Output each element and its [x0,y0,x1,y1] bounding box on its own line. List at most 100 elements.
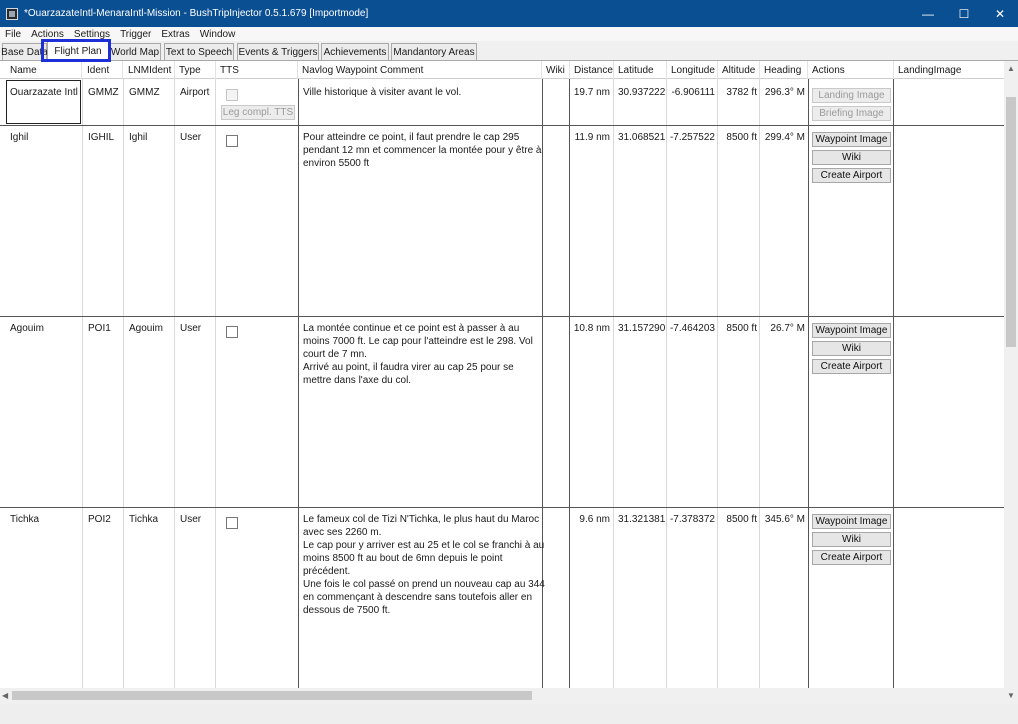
cell-name[interactable]: Ouarzazate Intl [10,86,78,99]
cell-comment-line[interactable]: précédent. [303,565,350,578]
cell-comment-line[interactable]: Pour atteindre ce point, il faut prendre… [303,131,519,144]
cell-comment-line[interactable]: en commençant à descendre sans toutefois… [303,591,532,604]
cell-name[interactable]: Tichka [10,513,39,526]
cell-ident[interactable]: GMMZ [88,86,119,99]
create-airport-button[interactable]: Create Airport [812,550,891,565]
create-airport-button[interactable]: Create Airport [812,359,891,374]
vertical-scroll-thumb[interactable] [1006,97,1016,347]
tab-achievements[interactable]: Achievements [321,43,389,60]
cell-latitude[interactable]: 31.321381 [618,513,665,526]
tab-events-triggers[interactable]: Events & Triggers [237,43,319,60]
cell-comment-line[interactable]: moins 8500 ft au bout de 6mn depuis le p… [303,552,503,565]
briefing-image-button[interactable]: Briefing Image [812,106,891,121]
waypoint-image-button[interactable]: Waypoint Image [812,514,891,529]
minimize-button[interactable]: — [910,0,946,27]
cell-heading[interactable]: 299.4° M [761,131,805,144]
menu-settings[interactable]: Settings [69,29,115,40]
scroll-left-icon[interactable]: ◀ [2,691,8,700]
wiki-button[interactable]: Wiki [812,532,891,547]
cell-heading[interactable]: 296.3° M [761,86,805,99]
vertical-scrollbar[interactable]: ▲ ▼ [1004,61,1018,704]
cell-type[interactable]: Airport [180,86,209,99]
cell-comment-line[interactable]: dessous de 7500 ft. [303,604,390,617]
cell-distance[interactable]: 9.6 nm [572,513,610,526]
col-header-type[interactable]: Type [175,61,216,79]
tts-checkbox[interactable] [226,326,238,338]
menu-trigger[interactable]: Trigger [115,29,156,40]
cell-comment-line[interactable]: Le fameux col de Tizi N'Tichka, le plus … [303,513,539,526]
horizontal-scrollbar[interactable]: ◀ [0,688,1004,704]
cell-comment-line[interactable]: Une fois le col passé on prend un nouvea… [303,578,545,591]
waypoint-image-button[interactable]: Waypoint Image [812,323,891,338]
cell-comment-line[interactable]: Ville historique à visiter avant le vol. [303,86,461,99]
menu-extras[interactable]: Extras [156,29,194,40]
horizontal-scroll-thumb[interactable] [12,691,532,700]
col-header-wiki[interactable]: Wiki [542,61,570,79]
scroll-up-icon[interactable]: ▲ [1007,64,1015,73]
tab-world-map[interactable]: World Map [109,43,161,60]
menu-actions[interactable]: Actions [26,29,69,40]
tab-base-data[interactable]: Base Data [1,43,48,60]
cell-name[interactable]: Ighil [10,131,28,144]
landing-image-button[interactable]: Landing Image [812,88,891,103]
cell-heading[interactable]: 26.7° M [761,322,805,335]
create-airport-button[interactable]: Create Airport [812,168,891,183]
cell-ident[interactable]: POI1 [88,322,111,335]
cell-distance[interactable]: 10.8 nm [572,322,610,335]
cell-distance[interactable]: 19.7 nm [572,86,610,99]
tab-mandantory-areas[interactable]: Mandantory Areas [391,43,477,60]
cell-comment-line[interactable]: avec ses 2260 m. [303,526,381,539]
cell-latitude[interactable]: 31.068521 [618,131,665,144]
cell-type[interactable]: User [180,322,201,335]
cell-comment-line[interactable]: pendant 12 mn et commencer la montée pou… [303,144,541,157]
col-header-distance[interactable]: Distance [570,61,614,79]
cell-name[interactable]: Agouim [10,322,44,335]
cell-comment-line[interactable]: moins 7000 ft. Le cap pour l'atteindre e… [303,335,533,348]
tab-flight-plan[interactable]: Flight Plan [47,41,109,61]
cell-latitude[interactable]: 31.157290 [618,322,665,335]
cell-type[interactable]: User [180,131,201,144]
tts-checkbox[interactable] [226,517,238,529]
col-header-ident[interactable]: Ident [83,61,123,79]
cell-lnmident[interactable]: Ighil [129,131,147,144]
cell-altitude[interactable]: 8500 ft [719,322,757,335]
cell-lnmident[interactable]: GMMZ [129,86,160,99]
maximize-button[interactable]: ☐ [946,0,982,27]
cell-altitude[interactable]: 8500 ft [719,513,757,526]
menu-file[interactable]: File [0,29,26,40]
cell-comment-line[interactable]: La montée continue et ce point est à pas… [303,322,519,335]
cell-comment-line[interactable]: environ 5500 ft [303,157,369,170]
menu-window[interactable]: Window [195,29,241,40]
tab-text-to-speech[interactable]: Text to Speech [164,43,234,60]
cell-comment-line[interactable]: Arrivé au point, il faudra virer au cap … [303,361,514,374]
cell-type[interactable]: User [180,513,201,526]
cell-longitude[interactable]: -7.464203 [668,322,715,335]
cell-distance[interactable]: 11.9 nm [572,131,610,144]
col-header-comment[interactable]: Navlog Waypoint Comment [298,61,542,79]
col-header-heading[interactable]: Heading [760,61,808,79]
cell-ident[interactable]: POI2 [88,513,111,526]
col-header-longitude[interactable]: Longitude [667,61,718,79]
cell-ident[interactable]: IGHIL [88,131,114,144]
cell-longitude[interactable]: -7.378372 [668,513,715,526]
col-header-landing-image[interactable]: LandingImage [894,61,1004,79]
col-header-latitude[interactable]: Latitude [614,61,667,79]
cell-lnmident[interactable]: Tichka [129,513,158,526]
col-header-tts[interactable]: TTS [216,61,298,79]
tts-checkbox[interactable] [226,135,238,147]
cell-lnmident[interactable]: Agouim [129,322,163,335]
wiki-button[interactable]: Wiki [812,150,891,165]
cell-comment-line[interactable]: court de 7 mn. [303,348,367,361]
col-header-name[interactable]: Name [6,61,82,79]
col-header-actions[interactable]: Actions [808,61,894,79]
scroll-down-icon[interactable]: ▼ [1007,691,1015,700]
close-button[interactable]: ✕ [982,0,1018,27]
waypoint-image-button[interactable]: Waypoint Image [812,132,891,147]
cell-comment-line[interactable]: Le cap pour y arriver est au 25 et le co… [303,539,544,552]
cell-latitude[interactable]: 30.937222 [618,86,665,99]
cell-comment-line[interactable]: mettre dans l'axe du col. [303,374,411,387]
cell-longitude[interactable]: -6.906111 [668,86,715,99]
col-header-altitude[interactable]: Altitude [718,61,760,79]
cell-longitude[interactable]: -7.257522 [668,131,715,144]
cell-heading[interactable]: 345.6° M [761,513,805,526]
